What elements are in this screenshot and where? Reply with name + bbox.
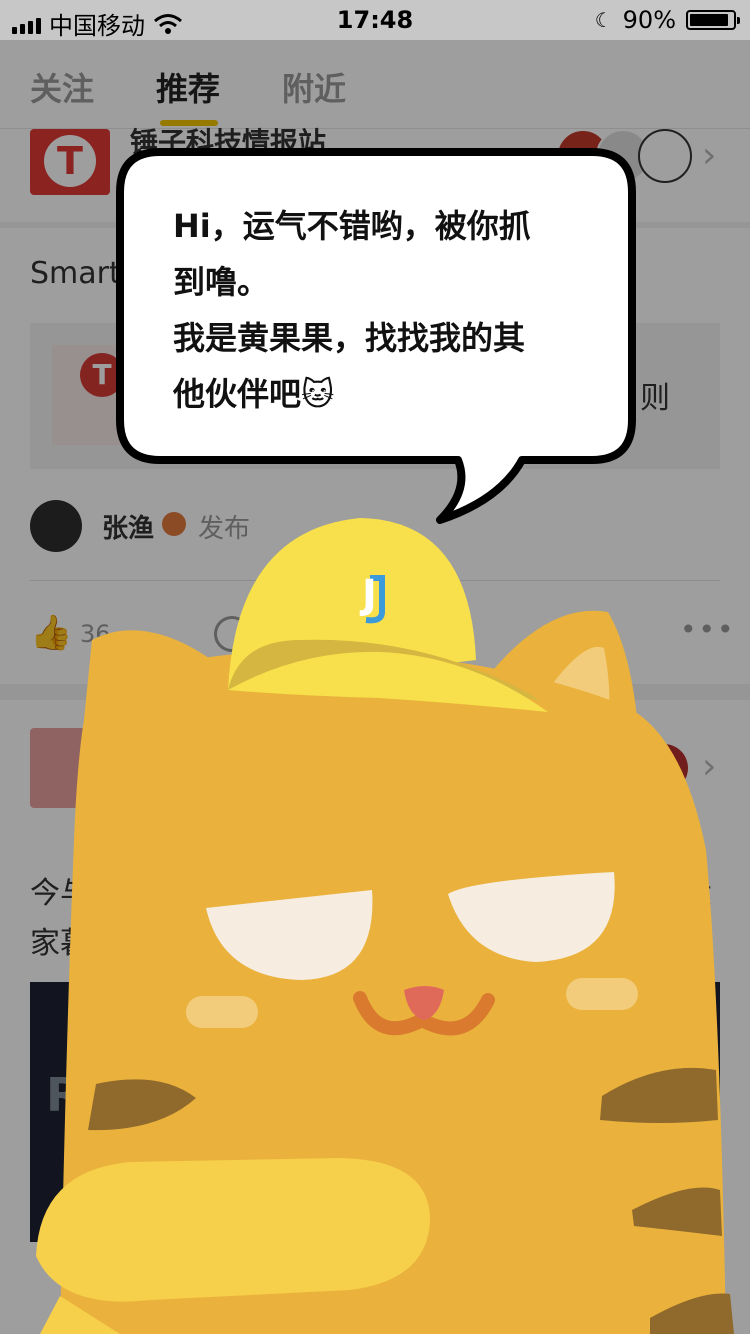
bubble-line-2: 到噜。	[173, 263, 270, 301]
cap	[228, 518, 548, 712]
bubble-line-3: 我是黄果果，找找我的其	[173, 319, 526, 357]
speech-bubble-text: Hi，运气不错哟，被你抓 到噜。 我是黄果果，找找我的其 他伙伴吧🐱	[173, 198, 583, 422]
app-screen: 中国移动 17:48 ☾ 90% 关注 推荐 附近 T 锤子科技情报站 › Sm…	[0, 0, 750, 1334]
mascot-paw	[36, 1158, 430, 1302]
cap-letter: J	[362, 572, 377, 618]
bubble-line-1: Hi，运气不错哟，被你抓	[173, 207, 531, 245]
cheek-left	[186, 996, 258, 1028]
bubble-line-4: 他伙伴吧🐱	[173, 375, 335, 413]
cheek-right	[566, 978, 638, 1010]
